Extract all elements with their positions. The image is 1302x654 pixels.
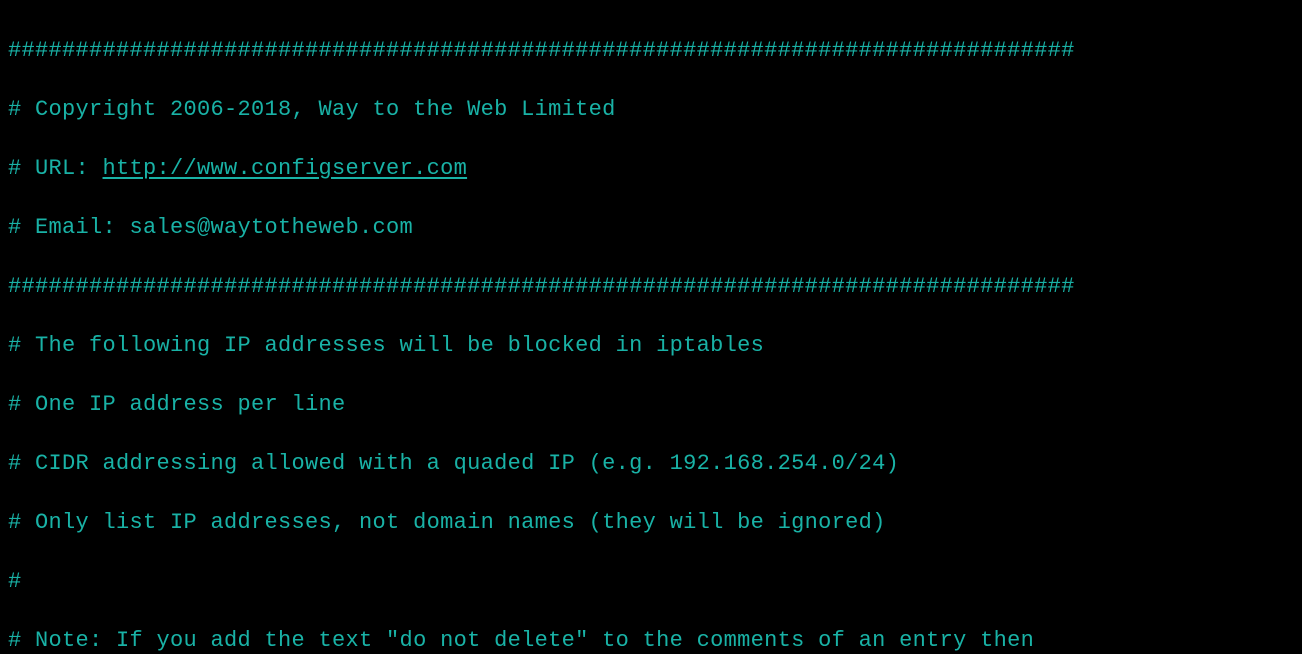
hr-mid: ########################################… xyxy=(8,272,1296,302)
url-link[interactable]: http://www.configserver.com xyxy=(103,156,468,181)
comment-blank-1: # xyxy=(8,567,1296,597)
hr-top: ########################################… xyxy=(8,36,1296,66)
url-label: # URL: xyxy=(8,156,103,181)
comment-one-per-line: # One IP address per line xyxy=(8,390,1296,420)
comment-cidr: # CIDR addressing allowed with a quaded … xyxy=(8,449,1296,479)
terminal-editor[interactable]: ########################################… xyxy=(0,0,1302,654)
url-line: # URL: http://www.configserver.com xyxy=(8,154,1296,184)
email-line: # Email: sales@waytotheweb.com xyxy=(8,213,1296,243)
comment-only-ip: # Only list IP addresses, not domain nam… xyxy=(8,508,1296,538)
copyright-line: # Copyright 2006-2018, Way to the Web Li… xyxy=(8,95,1296,125)
comment-blocked: # The following IP addresses will be blo… xyxy=(8,331,1296,361)
comment-note-1: # Note: If you add the text "do not dele… xyxy=(8,626,1296,654)
